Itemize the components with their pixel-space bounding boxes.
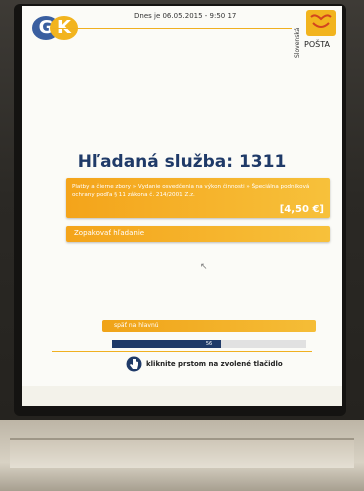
instruction-text: kliknite prstom na zvolené tlačidlo (146, 360, 283, 368)
kiosk-screen: G K Dnes je 06.05.2015 - 9:50 17 Slovens… (22, 6, 342, 386)
brand-vertical-text: Slovenská (294, 27, 301, 58)
mouse-cursor-icon: ↖ (200, 262, 208, 272)
hand-pointer-icon (126, 356, 142, 372)
repeat-search-label: Zopakovať hľadanie (74, 229, 145, 237)
progress-label: 56 (205, 341, 213, 347)
service-result-button[interactable]: Platby a čierne zbory » Vydanie osvedčen… (66, 178, 330, 218)
header-divider (52, 28, 292, 29)
service-price: [4,50 €] (279, 204, 324, 215)
timeout-progress-bar: 56 (112, 340, 306, 348)
repeat-search-button[interactable]: Zopakovať hľadanie (66, 226, 330, 242)
service-description: Platby a čierne zbory » Vydanie osvedčen… (72, 184, 310, 198)
posta-brand: Slovenská POŠTA (294, 6, 342, 64)
posta-logo-icon (306, 10, 336, 36)
date-time-display: Dnes je 06.05.2015 - 9:50 17 (134, 12, 237, 20)
back-to-main-label: späť na hlavnú (114, 322, 159, 329)
back-to-main-button[interactable]: späť na hlavnú (102, 320, 316, 332)
floor-strip (10, 438, 354, 468)
screen-bottom-edge (22, 386, 342, 406)
page-title: Hľadaná služba: 1311 (77, 152, 287, 172)
footer-divider (52, 351, 312, 352)
brand-name: POŠTA (304, 40, 330, 49)
